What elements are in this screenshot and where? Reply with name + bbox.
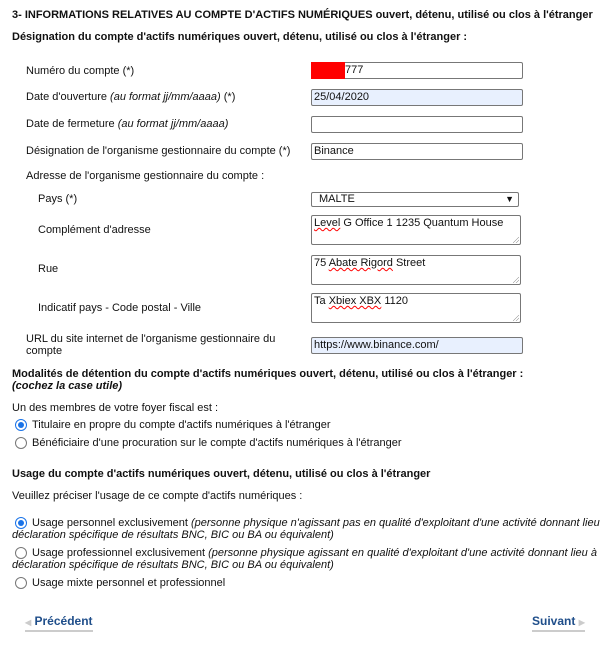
numero-label: Numéro du compte (*) (26, 65, 135, 77)
rue-label: Rue (38, 263, 59, 275)
usage-question: Veuillez préciser l'usage de ce compte d… (12, 490, 303, 502)
url-label: URL du site internet de l'organisme gest… (26, 333, 276, 357)
cp-textarea[interactable]: Ta Xbiex XBX 1120 (311, 293, 521, 323)
chevron-down-icon: ▼ (505, 194, 514, 204)
radio-usage-personnel[interactable] (15, 517, 27, 529)
suivant-button[interactable]: Suivant ▶ (532, 614, 585, 632)
modalites-hint: (cochez la case utile) (12, 380, 123, 392)
redaction-block (311, 62, 345, 79)
modalites-question: Un des membres de votre foyer fiscal est… (12, 402, 219, 414)
option-beneficiaire-label: Bénéficiaire d'une procuration sur le co… (32, 437, 402, 449)
pays-select[interactable]: MALTE ▼ (311, 192, 519, 207)
fermeture-input[interactable] (311, 116, 523, 133)
radio-usage-mixte[interactable] (15, 577, 27, 589)
radio-beneficiaire[interactable] (15, 437, 27, 449)
precedent-button[interactable]: ◀ Précédent (25, 614, 93, 632)
usage-personnel-label: Usage personnel exclusivement (personne … (32, 517, 602, 529)
radio-titulaire[interactable] (15, 419, 27, 431)
section-title: 3- INFORMATIONS RELATIVES AU COMPTE D'AC… (12, 9, 593, 21)
usage-professionnel-detail: déclaration spécifique de résultats BNC,… (12, 559, 334, 571)
complement-textarea[interactable]: Level G Office 1 1235 Quantum House (311, 215, 521, 245)
designation-heading: Désignation du compte d'actifs numérique… (12, 31, 468, 43)
usage-mixte-label: Usage mixte personnel et professionnel (32, 577, 226, 589)
arrow-left-icon: ◀ (25, 618, 32, 627)
adresse-label: Adresse de l'organisme gestionnaire du c… (26, 170, 265, 182)
option-titulaire-label: Titulaire en propre du compte d'actifs n… (32, 419, 331, 431)
complement-label: Complément d'adresse (38, 224, 151, 236)
url-input[interactable]: https://www.binance.com/ (311, 337, 523, 354)
organisme-input[interactable]: Binance (311, 143, 523, 160)
numero-input[interactable]: 777 (311, 62, 523, 79)
arrow-right-icon: ▶ (578, 618, 585, 627)
usage-personnel-detail: déclaration spécifique de résultats BNC,… (12, 529, 334, 541)
rue-textarea[interactable]: 75 Abate Rigord Street (311, 255, 521, 285)
usage-heading: Usage du compte d'actifs numériques ouve… (12, 468, 431, 480)
ouverture-input[interactable]: 25/04/2020 (311, 89, 523, 106)
cp-label: Indicatif pays - Code postal - Ville (38, 302, 202, 314)
fermeture-label: Date de fermeture (au format jj/mm/aaaa) (26, 118, 229, 130)
modalites-heading: Modalités de détention du compte d'actif… (12, 368, 524, 380)
organisme-label: Désignation de l'organisme gestionnaire … (26, 145, 291, 157)
usage-professionnel-label: Usage professionnel exclusivement (perso… (32, 547, 597, 559)
ouverture-label: Date d'ouverture (au format jj/mm/aaaa) … (26, 91, 236, 103)
pays-label: Pays (*) (38, 193, 78, 205)
radio-usage-professionnel[interactable] (15, 547, 27, 559)
